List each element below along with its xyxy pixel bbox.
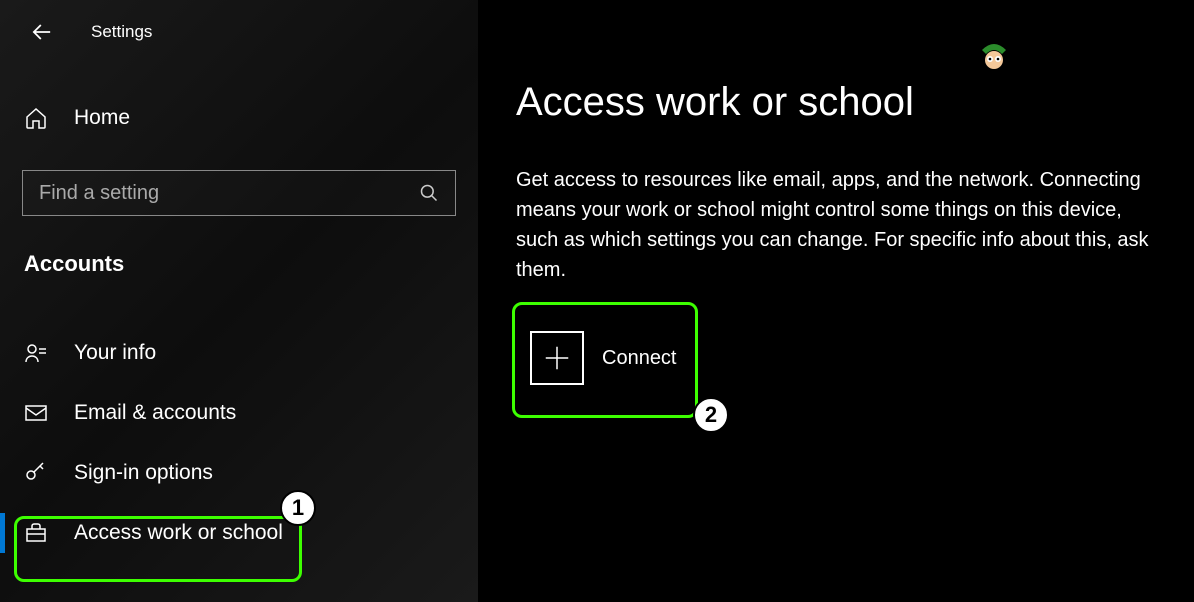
sidebar-item-your-info[interactable]: Your info — [0, 323, 478, 383]
search-input[interactable] — [39, 182, 419, 205]
section-title-accounts: Accounts — [0, 251, 478, 277]
home-label: Home — [74, 106, 130, 130]
back-arrow-icon[interactable] — [28, 18, 56, 46]
email-icon — [24, 401, 48, 425]
connect-button[interactable]: Connect — [516, 317, 701, 399]
sidebar-item-label: Access work or school — [74, 521, 283, 545]
main-content: Access work or school Get access to reso… — [478, 0, 1194, 602]
sidebar-item-signin-options[interactable]: Sign-in options — [0, 443, 478, 503]
connect-label: Connect — [602, 347, 677, 370]
sidebar-item-access-work-school[interactable]: Access work or school — [0, 503, 478, 563]
sidebar-item-label: Email & accounts — [74, 401, 236, 425]
page-title: Access work or school — [516, 80, 1156, 125]
sidebar: Settings Home Accounts Your — [0, 0, 478, 602]
search-box[interactable] — [22, 170, 456, 216]
user-info-icon — [24, 341, 48, 365]
briefcase-icon — [24, 521, 48, 545]
page-description: Get access to resources like email, apps… — [516, 165, 1156, 285]
sidebar-item-label: Sign-in options — [74, 461, 213, 485]
search-icon — [419, 183, 439, 203]
sidebar-item-email-accounts[interactable]: Email & accounts — [0, 383, 478, 443]
settings-title: Settings — [91, 22, 152, 42]
home-button[interactable]: Home — [0, 106, 478, 130]
plus-icon — [542, 343, 572, 373]
sidebar-header: Settings — [0, 18, 478, 46]
home-icon — [24, 106, 48, 130]
sidebar-item-label: Your info — [74, 341, 156, 365]
key-icon — [24, 461, 48, 485]
plus-icon-box — [530, 331, 584, 385]
